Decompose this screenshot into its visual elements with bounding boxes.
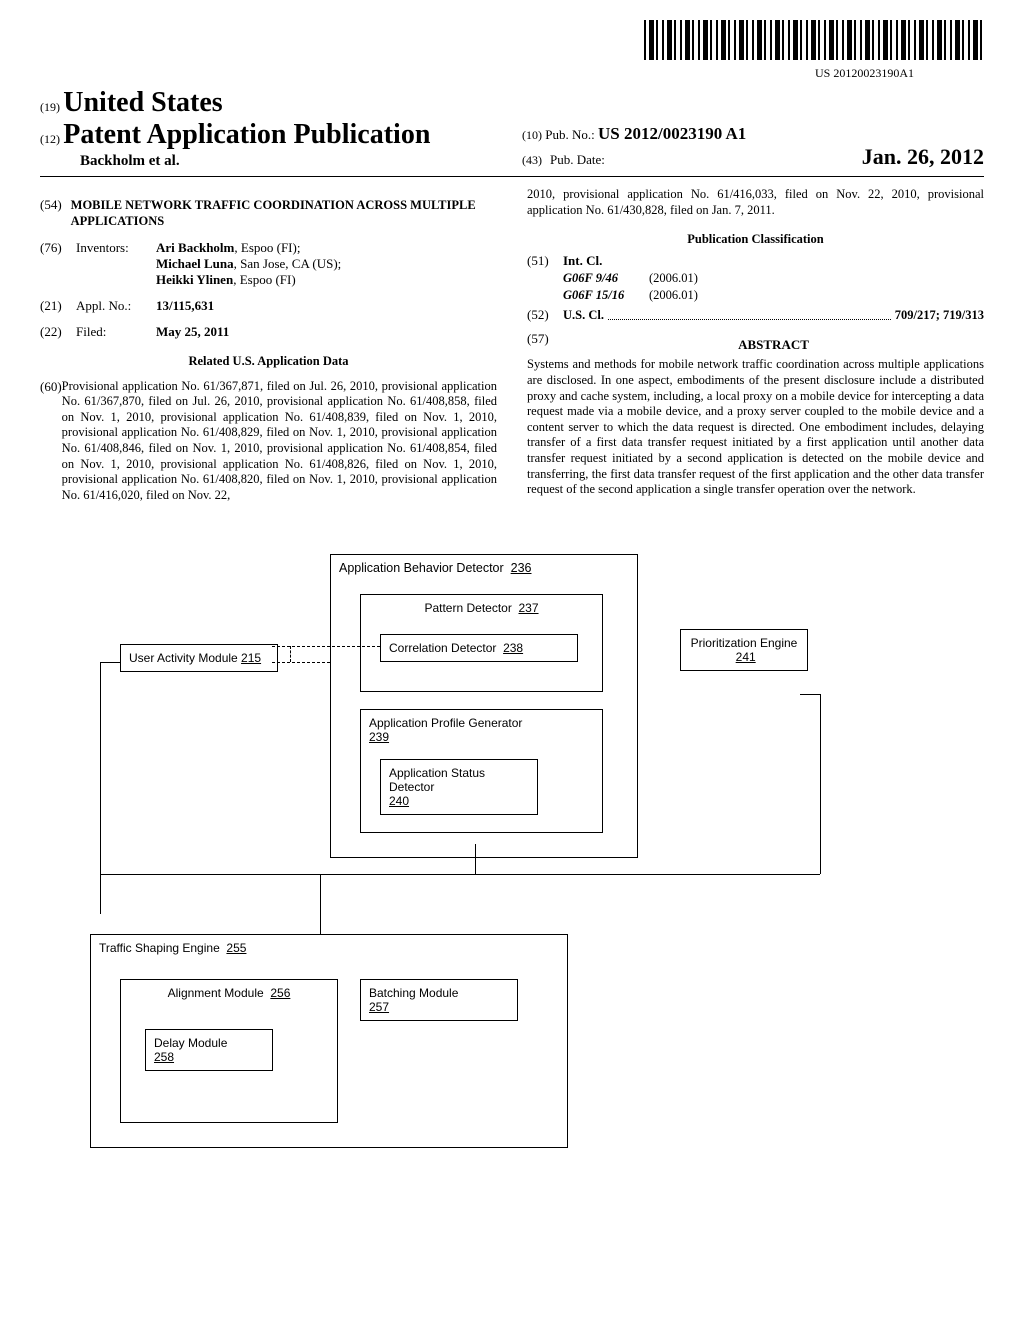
box-label: User Activity Module <box>129 651 238 665</box>
intcl-year: (2006.01) <box>649 288 984 303</box>
connector <box>320 874 321 934</box>
abstract-label: ABSTRACT <box>563 337 984 353</box>
inventors-list: Ari Backholm, Espoo (FI); Michael Luna, … <box>156 240 497 288</box>
connector <box>800 694 820 695</box>
box-label: Pattern Detector <box>424 601 511 615</box>
box-prioritization-engine: Prioritization Engine 241 <box>680 629 808 671</box>
left-column: (54) MOBILE NETWORK TRAFFIC COORDINATION… <box>40 187 497 504</box>
inventor-name: Ari Backholm <box>156 240 234 255</box>
inventor-loc: , San Jose, CA (US); <box>234 256 342 271</box>
code-54: (54) <box>40 197 71 230</box>
inventor-loc: , Espoo (FI); <box>234 240 300 255</box>
inventors-label: Inventors: <box>76 240 156 288</box>
box-num: 240 <box>389 794 409 808</box>
code-12: (12) <box>40 132 60 146</box>
abstract-text: Systems and methods for mobile network t… <box>527 357 984 498</box>
inventor-name: Michael Luna <box>156 256 234 271</box>
pub-date: Jan. 26, 2012 <box>862 144 984 170</box>
box-num: 256 <box>270 986 290 1000</box>
intcl-label: Int. Cl. <box>563 253 984 269</box>
connector-dashed <box>272 662 330 663</box>
connector <box>100 662 120 663</box>
box-label: Correlation Detector <box>389 641 496 655</box>
intcl-code: G06F 15/16 <box>563 288 649 303</box>
intcl-year: (2006.01) <box>649 271 984 286</box>
related-heading: Related U.S. Application Data <box>40 354 497 369</box>
dotted-leader <box>608 309 891 320</box>
connector <box>100 662 101 874</box>
authors: Backholm et al. <box>80 153 502 170</box>
box-num: 239 <box>369 730 389 744</box>
code-57: (57) <box>527 331 563 353</box>
separator <box>40 176 984 177</box>
right-column: 2010, provisional application No. 61/416… <box>527 187 984 504</box>
code-52: (52) <box>527 307 563 323</box>
invention-title: MOBILE NETWORK TRAFFIC COORDINATION ACRO… <box>71 197 497 230</box>
box-num: 236 <box>511 561 532 575</box>
barcode-region: US 20120023190A1 <box>40 20 984 81</box>
box-delay-module: Delay Module 258 <box>145 1029 273 1071</box>
filed-label: Filed: <box>76 324 156 340</box>
code-10: (10) <box>522 128 542 142</box>
code-21: (21) <box>40 298 76 314</box>
appl-no-label: Appl. No.: <box>76 298 156 314</box>
code-22: (22) <box>40 324 76 340</box>
box-num: 258 <box>154 1050 174 1064</box>
box-num: 215 <box>241 651 261 665</box>
uscl-values: 709/217; 719/313 <box>895 308 984 323</box>
publication-type: Patent Application Publication <box>63 119 430 150</box>
inventor-loc: , Espoo (FI) <box>233 272 295 287</box>
box-label: Traffic Shaping Engine <box>99 941 220 955</box>
provisional-cont: 2010, provisional application No. 61/416… <box>527 187 984 218</box>
code-60: (60) <box>40 379 62 504</box>
code-51: (51) <box>527 253 563 303</box>
barcode-number: US 20120023190A1 <box>40 66 914 81</box>
box-num: 237 <box>519 601 539 615</box>
intcl-code: G06F 9/46 <box>563 271 649 286</box>
connector <box>820 694 821 874</box>
diagram: User Activity Module 215 Application Beh… <box>40 534 984 1174</box>
box-label: Application Behavior Detector <box>339 561 504 575</box>
appl-no: 13/115,631 <box>156 298 497 314</box>
code-76: (76) <box>40 240 76 288</box>
box-batching-module: Batching Module 257 <box>360 979 518 1021</box>
country: United States <box>63 87 222 118</box>
box-label: Delay Module <box>154 1036 227 1050</box>
box-app-status-detector: Application Status Detector 240 <box>380 759 538 815</box>
pub-class-heading: Publication Classification <box>527 232 984 247</box>
barcode-icon <box>644 20 984 60</box>
connector-dashed <box>290 646 291 662</box>
inventor-name: Heikki Ylinen <box>156 272 233 287</box>
box-label: Batching Module <box>369 986 458 1000</box>
body-columns: (54) MOBILE NETWORK TRAFFIC COORDINATION… <box>40 187 984 504</box>
header: (19) United States (12) Patent Applicati… <box>40 87 984 170</box>
provisional-text: Provisional application No. 61/367,871, … <box>62 379 497 504</box>
box-num: 241 <box>736 650 756 664</box>
code-19: (19) <box>40 100 60 114</box>
connector <box>100 874 101 914</box>
connector <box>100 874 820 875</box>
box-correlation-detector: Correlation Detector 238 <box>380 634 578 662</box>
box-label: Application Status Detector <box>389 766 485 794</box>
box-label: Alignment Module <box>168 986 264 1000</box>
box-label: Prioritization Engine <box>691 636 798 650</box>
pub-no: US 2012/0023190 A1 <box>598 124 746 143</box>
pub-no-label: Pub. No.: <box>545 127 594 142</box>
box-label: Application Profile Generator <box>369 716 522 730</box>
box-num: 255 <box>226 941 246 955</box>
connector <box>475 844 476 874</box>
box-num: 238 <box>503 641 523 655</box>
connector-dashed <box>272 646 380 647</box>
box-user-activity: User Activity Module 215 <box>120 644 278 672</box>
pub-date-label: Pub. Date: <box>550 152 605 168</box>
code-43: (43) <box>522 153 542 168</box>
box-num: 257 <box>369 1000 389 1014</box>
uscl-label: U.S. Cl. <box>563 308 604 323</box>
filed-date: May 25, 2011 <box>156 324 497 340</box>
